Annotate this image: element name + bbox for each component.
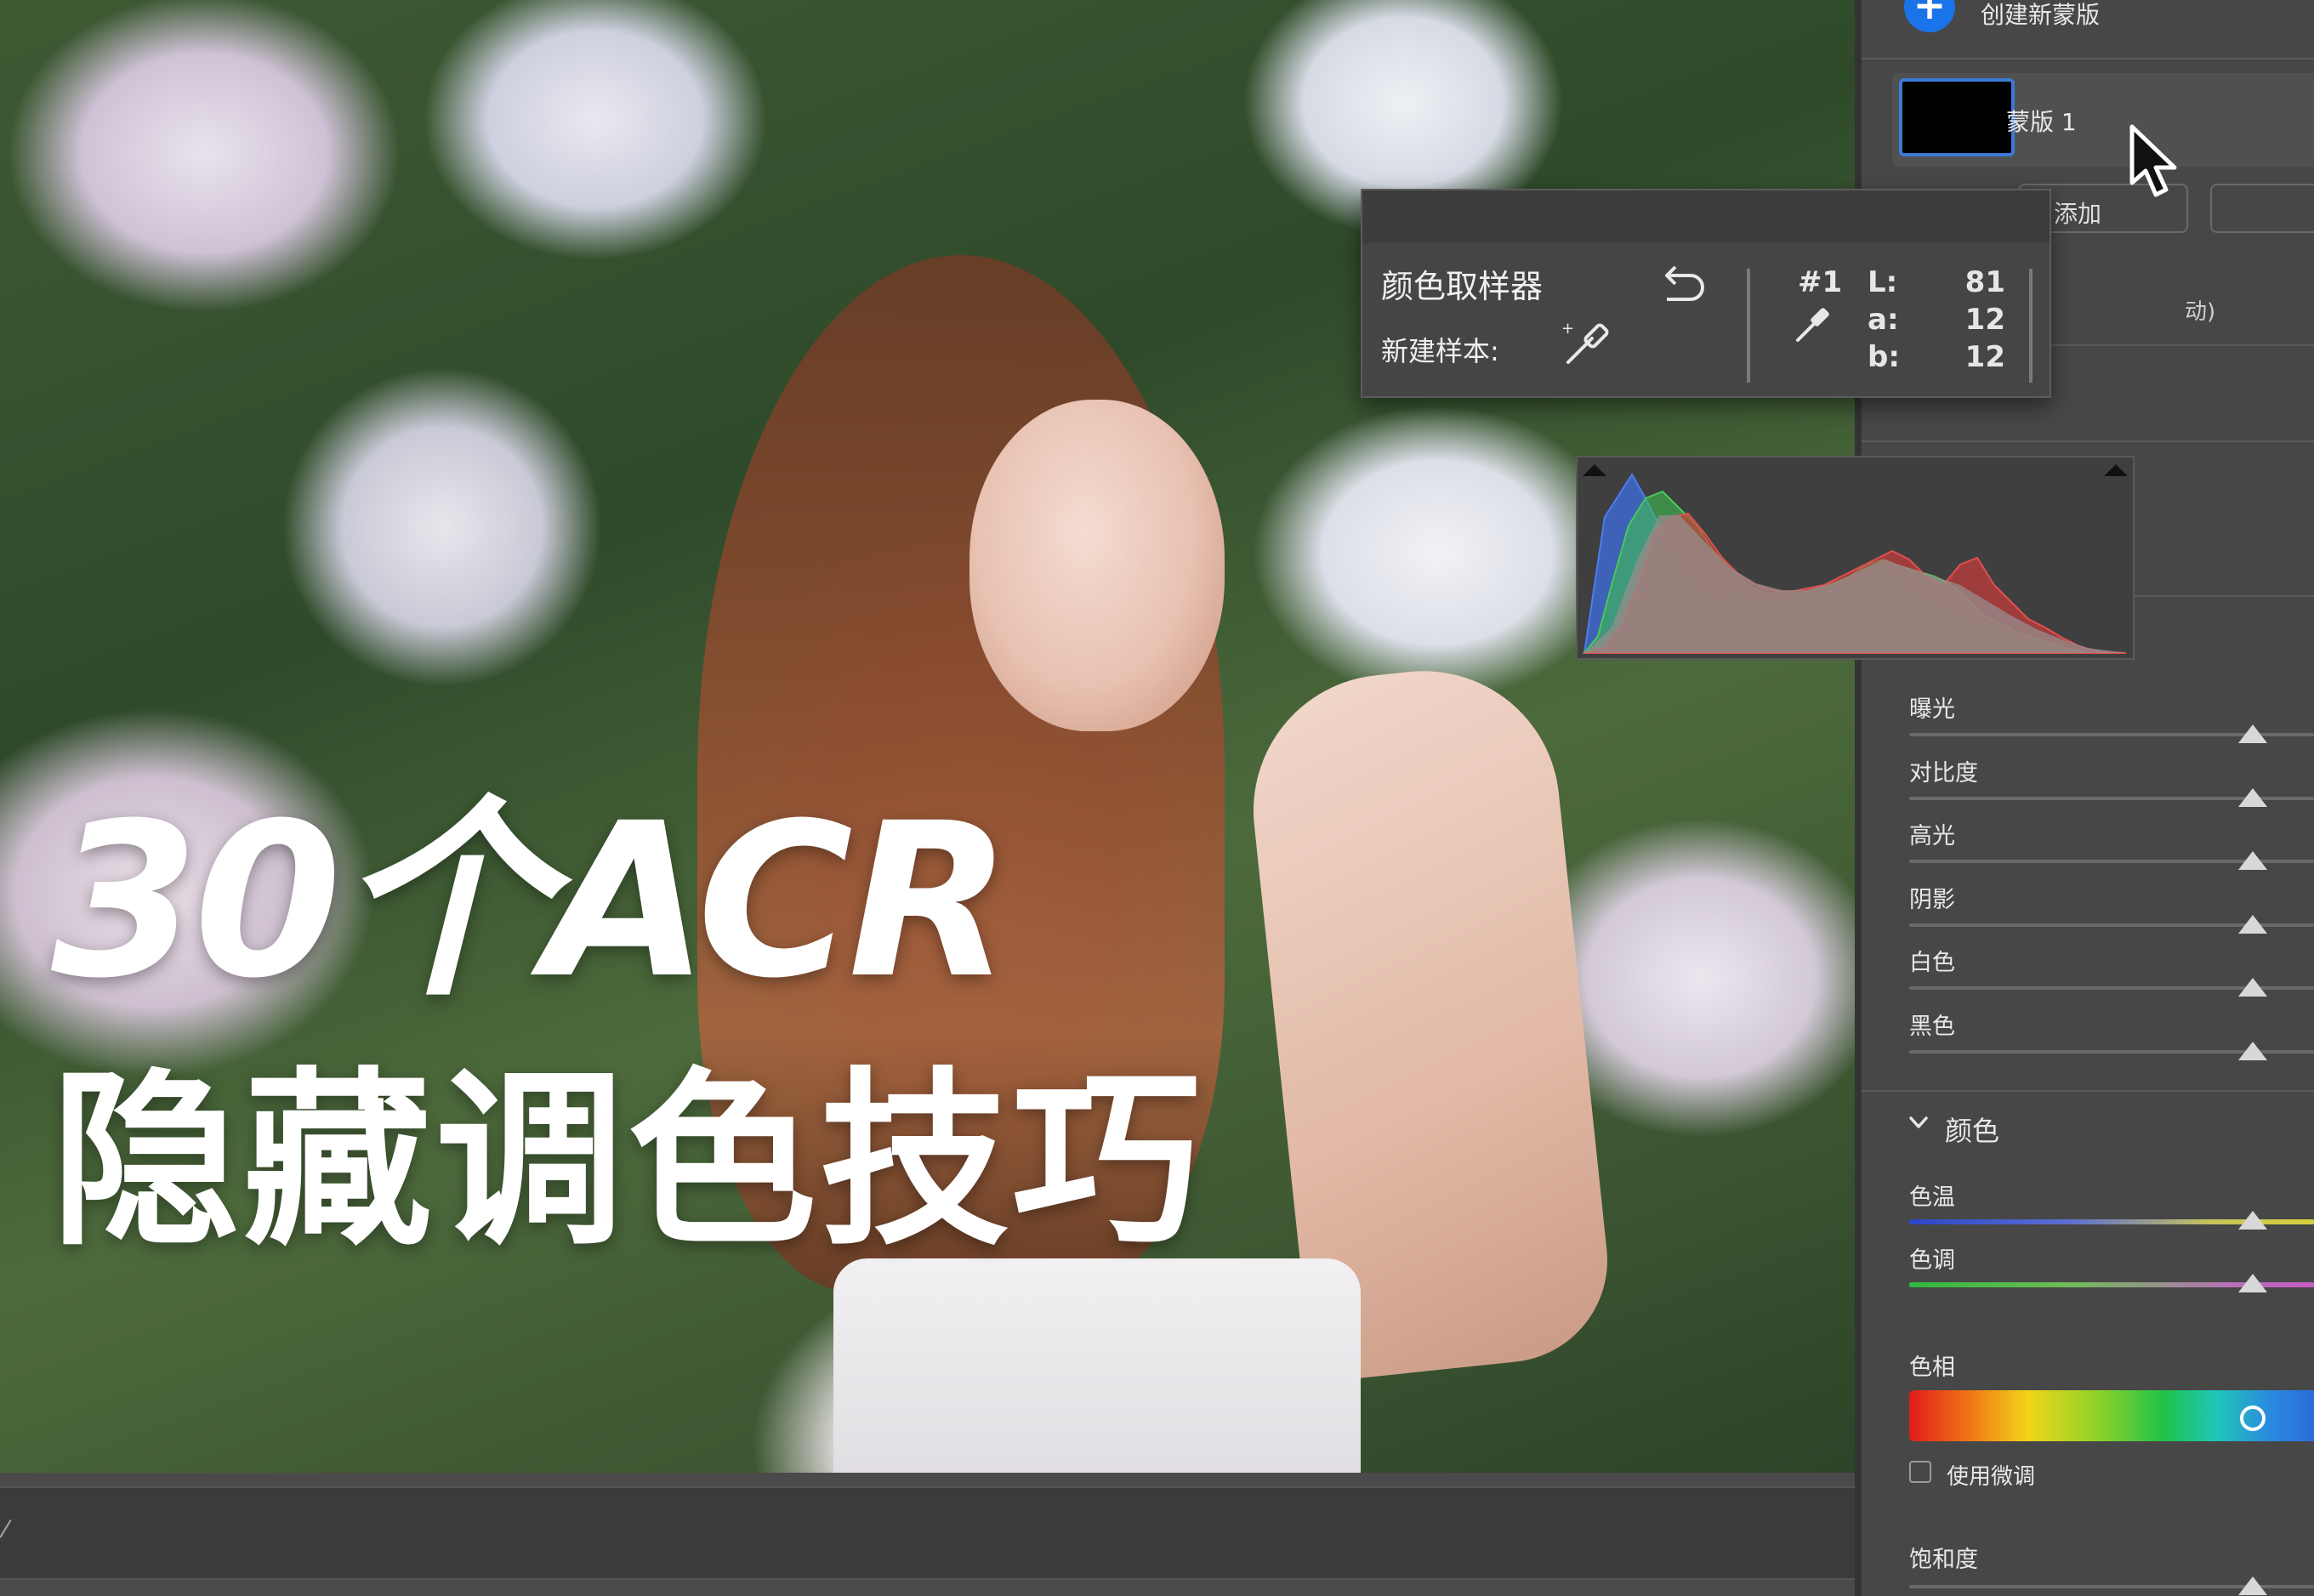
light-slider-thumb[interactable] bbox=[2238, 724, 2267, 743]
highlight-clipping-icon[interactable] bbox=[2104, 464, 2128, 476]
headline-title: 30个ACR bbox=[51, 777, 1012, 1025]
color-sampler-title: 颜色取样器 bbox=[1381, 268, 1544, 305]
photo-subject-arm bbox=[1240, 657, 1618, 1383]
hue-label: 色相 bbox=[1909, 1355, 1955, 1381]
fine-tune-checkbox[interactable] bbox=[1909, 1461, 1931, 1483]
svg-text:+: + bbox=[1561, 320, 1574, 338]
light-slider-thumb[interactable] bbox=[2238, 978, 2267, 997]
light-slider-thumb[interactable] bbox=[2238, 914, 2267, 934]
mask-name[interactable]: 蒙版 1 bbox=[2006, 104, 2077, 138]
filmstrip-bar: ⁄ bbox=[0, 1473, 1855, 1596]
add-mask-label: 添加 bbox=[2054, 200, 2102, 228]
filmstrip-track[interactable] bbox=[0, 1486, 1855, 1580]
divider bbox=[1862, 440, 2314, 442]
headline-subtitle: 隐藏调色技巧 bbox=[51, 1052, 1204, 1271]
sample-id: #1 bbox=[1798, 265, 1843, 299]
lab-channel-value: 12 bbox=[1964, 303, 2005, 337]
light-slider-thumb[interactable] bbox=[2238, 1041, 2267, 1060]
subtract-mask-button[interactable] bbox=[2210, 184, 2314, 233]
divider bbox=[1747, 269, 1750, 383]
temperature-slider-thumb[interactable] bbox=[2238, 1211, 2267, 1230]
reset-icon[interactable] bbox=[1657, 264, 1708, 303]
saturation-label: 饱和度 bbox=[1909, 1547, 1978, 1573]
light-slider-label: 曝光 bbox=[1909, 696, 1955, 723]
new-sample-label: 新建样本: bbox=[1381, 335, 1499, 367]
photo-subject-dress bbox=[833, 1258, 1361, 1473]
divider bbox=[2029, 269, 2033, 383]
tint-slider-thumb[interactable] bbox=[2238, 1274, 2267, 1292]
saturation-slider-thumb[interactable] bbox=[2238, 1576, 2267, 1595]
lab-channel-value: 12 bbox=[1964, 340, 2005, 374]
lab-channel-label: L: bbox=[1868, 265, 1898, 299]
histogram bbox=[1576, 456, 2135, 660]
mask-thumbnail[interactable] bbox=[1899, 78, 2015, 156]
light-slider-label: 阴影 bbox=[1909, 886, 1955, 913]
eyedropper-icon[interactable]: + bbox=[1560, 316, 1614, 371]
color-sampler-title-bar[interactable] bbox=[1362, 190, 2050, 243]
color-section-title[interactable]: 颜色 bbox=[1945, 1110, 1999, 1149]
photo-subject-face bbox=[969, 400, 1225, 731]
divider bbox=[1862, 1090, 2314, 1092]
tint-label: 色调 bbox=[1909, 1247, 1955, 1274]
light-slider-label: 高光 bbox=[1909, 823, 1955, 849]
eyedropper-icon[interactable] bbox=[1793, 303, 1835, 345]
lab-channel-label: b: bbox=[1868, 340, 1900, 374]
auto-mode-label: 动) bbox=[2185, 299, 2216, 325]
light-slider-thumb[interactable] bbox=[2238, 787, 2267, 807]
lab-channel-value: 81 bbox=[1964, 265, 2005, 299]
mouse-cursor-icon bbox=[2129, 124, 2177, 197]
chevron-down-icon[interactable] bbox=[1907, 1111, 1930, 1133]
hue-handle[interactable] bbox=[2240, 1406, 2266, 1431]
lab-channel-label: a: bbox=[1868, 303, 1899, 337]
color-sampler-panel: 颜色取样器 新建样本: + #1 L: 81 a: 12 b: 12 bbox=[1361, 189, 2051, 398]
filmstrip-handle-icon[interactable]: ⁄ bbox=[3, 1515, 8, 1543]
light-slider-thumb[interactable] bbox=[2238, 851, 2267, 870]
light-slider-label: 对比度 bbox=[1909, 759, 1978, 787]
create-mask-button[interactable]: + bbox=[1904, 0, 1955, 32]
temperature-label: 色温 bbox=[1909, 1184, 1955, 1211]
divider bbox=[1862, 58, 2314, 60]
light-slider-label: 白色 bbox=[1909, 950, 1955, 976]
shadow-clipping-icon[interactable] bbox=[1583, 464, 1606, 476]
light-slider-label: 黑色 bbox=[1909, 1013, 1955, 1040]
create-mask-label[interactable]: 创建新蒙版 bbox=[1981, 0, 2100, 31]
fine-tune-label[interactable]: 使用微调 bbox=[1947, 1459, 2035, 1491]
